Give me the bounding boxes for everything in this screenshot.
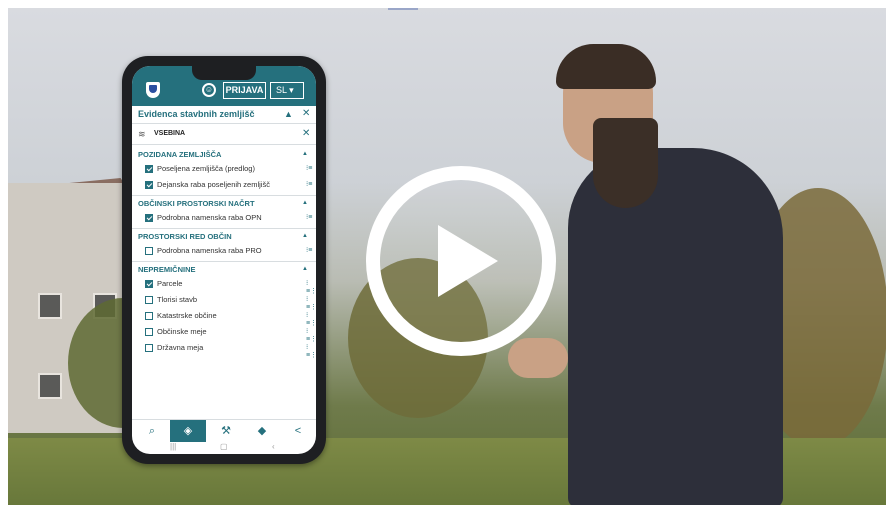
list-item[interactable]: Poseljena zemljišča (predlog) ⁝≡ bbox=[145, 164, 315, 176]
tools-icon[interactable]: ⚒ bbox=[208, 420, 244, 442]
search-icon[interactable]: ⌕ bbox=[134, 420, 170, 442]
section-title: OBČINSKI PROSTORSKI NAČRT bbox=[138, 199, 255, 208]
legend-icon[interactable]: ⁝≡ bbox=[306, 180, 312, 188]
legend-icon[interactable]: ⁝≡⋮ bbox=[306, 343, 316, 359]
legend-icon[interactable]: ⁝≡⋮ bbox=[306, 279, 316, 295]
checkbox[interactable] bbox=[145, 280, 153, 288]
recent-apps-icon[interactable]: ||| bbox=[170, 442, 176, 451]
panel-title: Evidenca stavbnih zemljišč bbox=[138, 109, 255, 119]
checkbox[interactable] bbox=[145, 312, 153, 320]
share-icon[interactable]: < bbox=[280, 420, 316, 442]
checkbox[interactable] bbox=[145, 165, 153, 173]
phone-screen: ☺ PRIJAVA SL ▾ Evidenca stavbnih zemljiš… bbox=[132, 66, 316, 454]
back-icon[interactable]: ‹ bbox=[272, 442, 275, 451]
list-item[interactable]: Katastrske občine ⁝≡⋮ bbox=[145, 311, 316, 327]
legend-icon[interactable]: ⁝≡ bbox=[306, 213, 312, 221]
legend-icon[interactable]: ⁝≡ bbox=[306, 164, 312, 172]
language-select[interactable]: SL ▾ bbox=[270, 82, 304, 99]
section-title: NEPREMIČNINE bbox=[138, 265, 196, 274]
list-item[interactable]: Parcele ⁝≡⋮ bbox=[145, 279, 316, 295]
phone-notch bbox=[192, 66, 256, 80]
checkbox[interactable] bbox=[145, 296, 153, 304]
layers-tab-icon[interactable]: ◈ bbox=[170, 420, 206, 442]
person-hand bbox=[508, 338, 568, 378]
checkbox[interactable] bbox=[145, 328, 153, 336]
home-icon[interactable]: ▢ bbox=[220, 442, 228, 451]
stack-icon[interactable]: ◆ bbox=[244, 420, 280, 442]
section-title: POZIDANA ZEMLJIŠČA bbox=[138, 150, 222, 159]
list-item[interactable]: Podrobna namenska raba PRO ⁝≡ bbox=[145, 246, 315, 258]
legend-icon[interactable]: ⁝≡⋮ bbox=[306, 295, 316, 311]
list-item[interactable]: Podrobna namenska raba OPN ⁝≡ bbox=[145, 213, 315, 225]
list-item[interactable]: Tlorisi stavb ⁝≡⋮ bbox=[145, 295, 316, 311]
slovenia-crest-icon bbox=[146, 82, 160, 98]
accessibility-icon[interactable]: ☺ bbox=[202, 83, 216, 97]
section-collapse-icon[interactable]: ▲ bbox=[302, 200, 308, 206]
legend-icon[interactable]: ⁝≡⋮ bbox=[306, 311, 316, 327]
person-hair bbox=[556, 44, 656, 89]
list-item[interactable]: Državna meja ⁝≡⋮ bbox=[145, 343, 316, 359]
section-collapse-icon[interactable]: ▲ bbox=[302, 151, 308, 157]
android-nav-bar: ||| ▢ ‹ bbox=[132, 442, 316, 454]
person-jacket bbox=[568, 148, 783, 505]
progress-marker bbox=[388, 8, 418, 10]
list-item[interactable]: Dejanska raba poseljenih zemljišč ⁝≡ bbox=[145, 180, 315, 192]
collapse-icon[interactable]: ▲ bbox=[284, 109, 293, 119]
play-button[interactable] bbox=[366, 166, 556, 356]
content-label: VSEBINA bbox=[154, 130, 186, 137]
list-item[interactable]: Občinske meje ⁝≡⋮ bbox=[145, 327, 316, 343]
section-collapse-icon[interactable]: ▲ bbox=[302, 233, 308, 239]
checkbox[interactable] bbox=[145, 181, 153, 189]
person-beard bbox=[593, 118, 658, 208]
checkbox[interactable] bbox=[145, 214, 153, 222]
layers-icon: ≋ bbox=[138, 129, 146, 139]
close-icon[interactable]: ✕ bbox=[302, 108, 310, 119]
checkbox[interactable] bbox=[145, 247, 153, 255]
bottom-toolbar: ⌕ ◈ ⚒ ◆ < bbox=[132, 419, 316, 442]
close-content-icon[interactable]: ✕ bbox=[302, 128, 310, 139]
checkbox[interactable] bbox=[145, 344, 153, 352]
section-collapse-icon[interactable]: ▲ bbox=[302, 266, 308, 272]
legend-icon[interactable]: ⁝≡ bbox=[306, 246, 312, 254]
legend-icon[interactable]: ⁝≡⋮ bbox=[306, 327, 316, 343]
play-icon bbox=[438, 225, 498, 297]
section-title: PROSTORSKI RED OBČIN bbox=[138, 232, 232, 241]
login-button[interactable]: PRIJAVA bbox=[223, 82, 266, 99]
